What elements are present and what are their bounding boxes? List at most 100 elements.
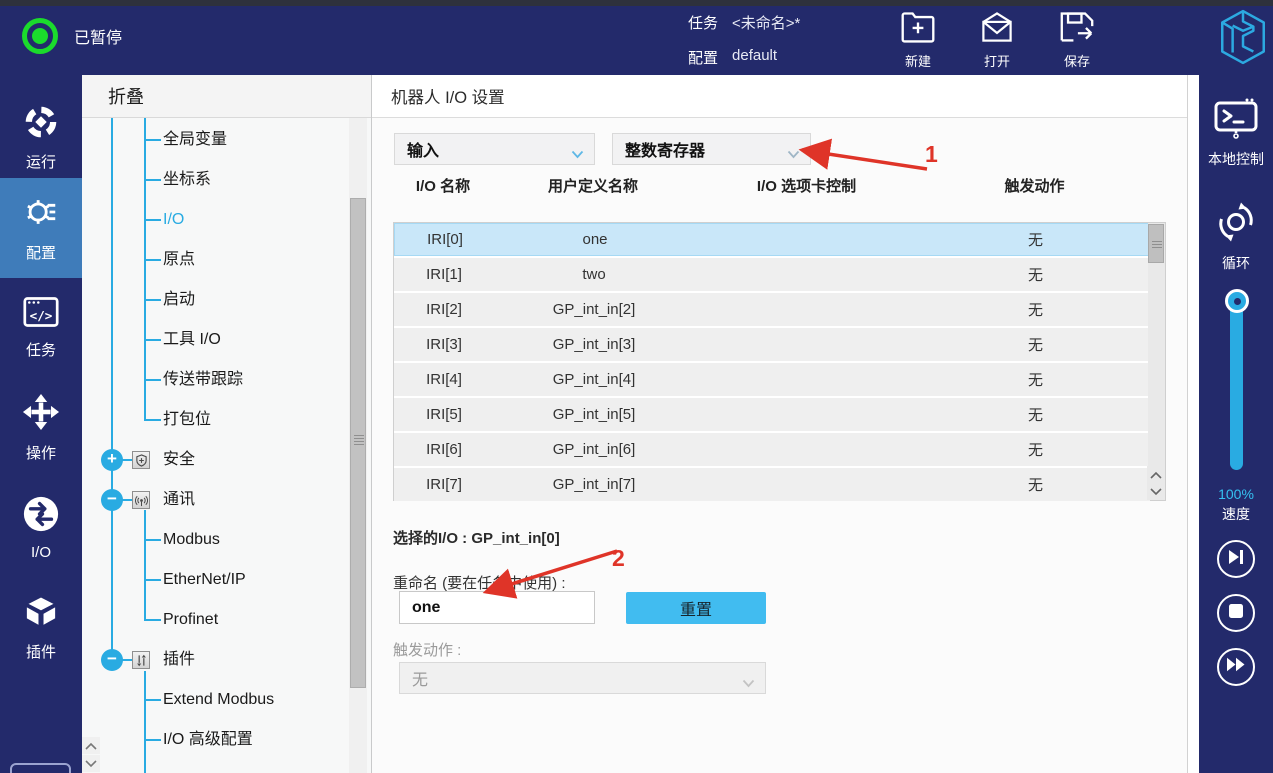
tree-item-startup[interactable]: 启动 — [82, 280, 342, 320]
stop-button[interactable] — [1217, 594, 1255, 632]
tree-item-label: 打包位 — [163, 400, 211, 440]
user-defined-name-cell: GP_int_in[2] — [494, 301, 694, 318]
table-row[interactable]: IRI[4]GP_int_in[4]无 — [394, 363, 1150, 396]
tree-scroll-up-button[interactable] — [82, 737, 100, 754]
rail-collapse-button[interactable] — [10, 763, 71, 773]
tree-item-pack-position[interactable]: 打包位 — [82, 400, 342, 440]
speed-slider-track[interactable] — [1230, 296, 1243, 470]
tree-item-label: 启动 — [163, 280, 195, 320]
sidebar-item-task[interactable]: </> 任务 — [0, 278, 82, 378]
trigger-action-dropdown[interactable]: 无 — [399, 662, 766, 694]
new-task-button[interactable]: 新建 — [886, 10, 950, 70]
chevron-down-icon — [787, 146, 800, 164]
trigger-action-label: 触发动作 : — [393, 639, 461, 660]
user-defined-name-cell: GP_int_in[7] — [494, 476, 694, 493]
io-name-cell: IRI[2] — [394, 301, 494, 318]
page-title: 机器人 I/O 设置 — [372, 75, 1187, 118]
fast-forward-icon — [1226, 657, 1246, 677]
io-type-dropdown[interactable]: 整数寄存器 — [612, 133, 811, 165]
table-row[interactable]: IRI[7]GP_int_in[7]无 — [394, 468, 1150, 501]
sidebar-item-operate[interactable]: 操作 — [0, 378, 82, 478]
table-row[interactable]: IRI[0]one无 — [394, 223, 1150, 256]
tree-collapse-header[interactable]: 折叠 — [82, 75, 371, 118]
sidebar-item-run[interactable]: 运行 — [0, 88, 82, 188]
column-header: 触发动作 — [920, 175, 1149, 196]
tree-item-home[interactable]: 原点 — [82, 240, 342, 280]
tree-scrollbar-thumb[interactable] — [350, 198, 366, 688]
right-control-rail: 本地控制 循环 100% 速度 — [1199, 75, 1273, 773]
step-forward-button[interactable] — [1217, 540, 1255, 578]
table-row[interactable]: IRI[1]two无 — [394, 258, 1150, 291]
table-row[interactable]: IRI[2]GP_int_in[2]无 — [394, 293, 1150, 326]
tree-item-communication[interactable]: −通讯 — [82, 480, 342, 520]
sidebar-item-label: 运行 — [26, 151, 56, 172]
tree-scroll-down-button[interactable] — [82, 755, 100, 772]
table-scroll-down-button[interactable] — [1147, 483, 1165, 500]
rename-input[interactable] — [399, 591, 595, 624]
tree-item-label: EtherNet/IP — [163, 560, 246, 600]
tree-scrollbar[interactable] — [349, 118, 367, 773]
trigger-action-cell: 无 — [921, 369, 1150, 390]
trigger-action-cell: 无 — [921, 404, 1150, 425]
status-ring-icon[interactable] — [22, 18, 58, 54]
tree-item-label: 插件 — [163, 640, 195, 680]
tree-item-tool-io[interactable]: 工具 I/O — [82, 320, 342, 360]
tree-item-io[interactable]: I/O — [82, 200, 342, 240]
sidebar-item-label: 插件 — [26, 641, 56, 662]
tree-item-label: Modbus — [163, 520, 220, 560]
trigger-action-cell: 无 — [922, 229, 1149, 250]
robot-status: 已暂停 — [22, 18, 122, 54]
trigger-action-cell: 无 — [921, 474, 1150, 495]
io-direction-value: 输入 — [407, 137, 439, 161]
loop-mode-button[interactable]: 循环 — [1199, 201, 1273, 273]
tree-item-coordinate-system[interactable]: 坐标系 — [82, 160, 342, 200]
table-row[interactable]: IRI[6]GP_int_in[6]无 — [394, 433, 1150, 466]
plugin-cube-icon — [23, 594, 59, 634]
local-control-button[interactable]: 本地控制 — [1199, 97, 1273, 169]
io-name-cell: IRI[1] — [394, 266, 494, 283]
table-scrollbar[interactable] — [1148, 223, 1165, 500]
open-button-label: 打开 — [984, 51, 1010, 70]
user-defined-name-cell: GP_int_in[4] — [494, 371, 694, 388]
stop-icon — [1229, 604, 1243, 623]
sidebar-item-io[interactable]: I/O — [0, 478, 82, 578]
reset-button[interactable]: 重置 — [626, 592, 766, 624]
config-label: 配置 — [688, 47, 718, 68]
tree-item-modbus[interactable]: Modbus — [82, 520, 342, 560]
user-defined-name-cell: GP_int_in[3] — [494, 336, 694, 353]
sidebar-item-config[interactable]: 配置 — [0, 178, 82, 278]
tree-item-conveyor-tracking[interactable]: 传送带跟踪 — [82, 360, 342, 400]
tree-item-profinet[interactable]: Profinet — [82, 600, 342, 640]
sidebar-item-label: I/O — [31, 544, 51, 561]
loop-label: 循环 — [1222, 253, 1250, 273]
tree-item-plugins[interactable]: − 插件 — [82, 640, 342, 680]
speed-percent: 100% — [1199, 486, 1273, 502]
shield-icon — [132, 451, 150, 469]
table-row[interactable]: IRI[5]GP_int_in[5]无 — [394, 398, 1150, 431]
tree-collapse-icon[interactable]: − — [101, 649, 123, 671]
open-task-button[interactable]: 打开 — [965, 10, 1029, 70]
tree-expand-icon[interactable]: + — [101, 449, 123, 471]
speed-label: 速度 — [1199, 504, 1273, 524]
fast-forward-button[interactable] — [1217, 648, 1255, 686]
tree-item-global-variables[interactable]: 全局变量 — [82, 120, 342, 160]
table-scrollbar-thumb[interactable] — [1148, 224, 1164, 263]
io-direction-dropdown[interactable]: 输入 — [394, 133, 595, 165]
tree-item-safety[interactable]: +安全 — [82, 440, 342, 480]
speed-slider-handle[interactable] — [1225, 289, 1249, 313]
io-name-cell: IRI[3] — [394, 336, 494, 353]
tree-item-io-advanced-config[interactable]: I/O 高级配置 — [82, 720, 342, 760]
chevron-down-icon — [742, 675, 755, 693]
column-header: I/O 名称 — [393, 175, 493, 196]
tree-collapse-icon[interactable]: − — [101, 489, 123, 511]
tree-item-extend-modbus[interactable]: Extend Modbus — [82, 680, 342, 720]
table-scroll-up-button[interactable] — [1147, 466, 1165, 483]
trigger-action-cell: 无 — [921, 264, 1150, 285]
save-button-label: 保存 — [1064, 51, 1090, 70]
window-edge-strip — [0, 0, 1273, 6]
top-bar: 已暂停 任务 <未命名>* 配置 default 新建 打开 保存 — [0, 0, 1273, 75]
sidebar-item-plugin[interactable]: 插件 — [0, 578, 82, 678]
save-task-button[interactable]: 保存 — [1045, 10, 1109, 70]
tree-item-ethernet-ip[interactable]: EtherNet/IP — [82, 560, 342, 600]
table-row[interactable]: IRI[3]GP_int_in[3]无 — [394, 328, 1150, 361]
